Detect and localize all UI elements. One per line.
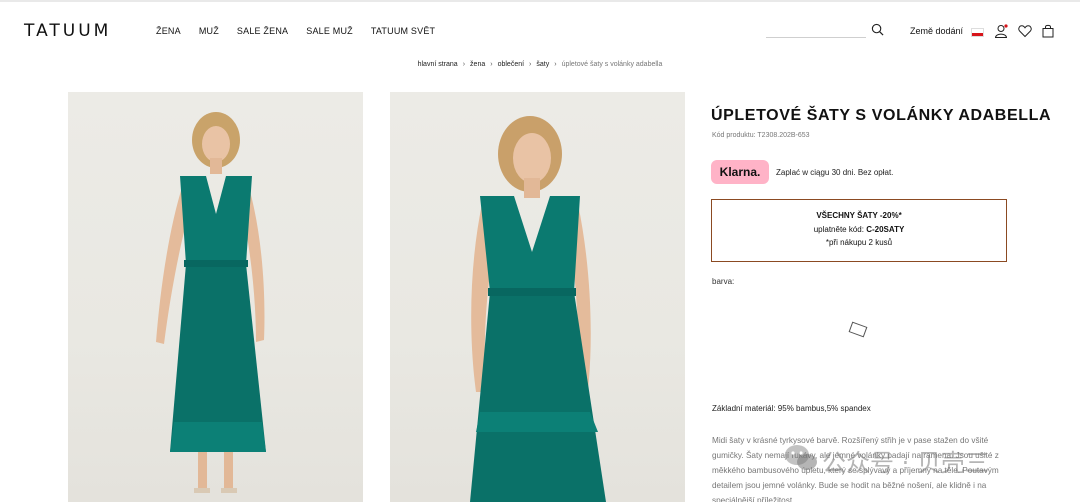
color-swatch[interactable] xyxy=(848,321,868,338)
nav-item-zena[interactable]: ŽENA xyxy=(156,26,181,36)
promo-code-line: uplatněte kód: C-20SATY xyxy=(712,225,1006,234)
promo-headline: VŠECHNY ŠATY -20%* xyxy=(816,211,902,220)
search-icon[interactable] xyxy=(871,23,884,36)
search-box xyxy=(766,22,886,40)
chevron-right-icon: › xyxy=(490,61,493,68)
country-selector[interactable]: Země dodání xyxy=(910,26,963,36)
product-photo-front[interactable] xyxy=(68,92,363,502)
nav-item-tatuum-svet[interactable]: TATUUM SVĚT xyxy=(371,26,435,36)
breadcrumb-saty[interactable]: šaty xyxy=(536,61,549,68)
klarna-logo: Klarna. xyxy=(711,160,769,184)
breadcrumb-home[interactable]: hlavní strana xyxy=(418,61,458,68)
nav-item-sale-muz[interactable]: SALE MUŽ xyxy=(306,26,353,36)
brand-logo[interactable]: TATUUM xyxy=(24,21,111,41)
wishlist-heart-icon[interactable] xyxy=(1018,24,1032,38)
search-input[interactable] xyxy=(766,22,866,38)
model-in-dress-illustration xyxy=(156,112,266,493)
nav-item-sale-zena[interactable]: SALE ŽENA xyxy=(237,26,288,36)
wechat-icon xyxy=(785,445,817,470)
user-account-icon[interactable] xyxy=(994,24,1008,38)
promo-box: VŠECHNY ŠATY -20%* uplatněte kód: C-20SA… xyxy=(711,199,1007,262)
chevron-right-icon: › xyxy=(554,61,557,68)
breadcrumb: hlavní strana › žena › oblečení › šaty › úpletov… xyxy=(0,61,1080,68)
watermark-text: 公众号 · 贝壳三 xyxy=(822,449,989,477)
chevron-right-icon: › xyxy=(529,61,532,68)
material-info: Základní materiál: 95% bambus,5% spandex xyxy=(712,404,871,413)
breadcrumb-current: úpletové šaty s volánky adabella xyxy=(561,61,663,68)
site-header: TATUUM ŽENA MUŽ SALE ŽENA SALE MUŽ TATUU… xyxy=(0,2,1080,52)
promo-code-prefix: uplatněte kód: xyxy=(813,225,864,234)
czech-flag-icon[interactable] xyxy=(971,28,984,37)
product-code: Kód produktu: T2308.202B-653 xyxy=(712,132,810,139)
color-label: barva: xyxy=(712,277,735,286)
breadcrumb-zena[interactable]: žena xyxy=(470,61,485,68)
shopping-bag-icon[interactable] xyxy=(1041,24,1055,38)
klarna-message: Zaplać w ciągu 30 dni. Bez opłat. xyxy=(776,168,894,177)
promo-code: C-20SATY xyxy=(866,225,905,234)
main-nav: ŽENA MUŽ SALE ŽENA SALE MUŽ TATUUM SVĚT xyxy=(156,26,453,36)
nav-item-muz[interactable]: MUŽ xyxy=(199,26,219,36)
product-photo-closeup[interactable] xyxy=(390,92,685,502)
product-title: ÚPLETOVÉ ŠATY S VOLÁNKY ADABELLA xyxy=(711,107,1052,124)
breadcrumb-obleceni[interactable]: oblečení xyxy=(498,61,524,68)
model-in-dress-illustration xyxy=(470,116,606,502)
promo-condition: *při nákupu 2 kusů xyxy=(825,238,893,247)
watermark: 公众号 · 贝壳三 xyxy=(784,440,1054,478)
chevron-right-icon: › xyxy=(462,61,466,68)
